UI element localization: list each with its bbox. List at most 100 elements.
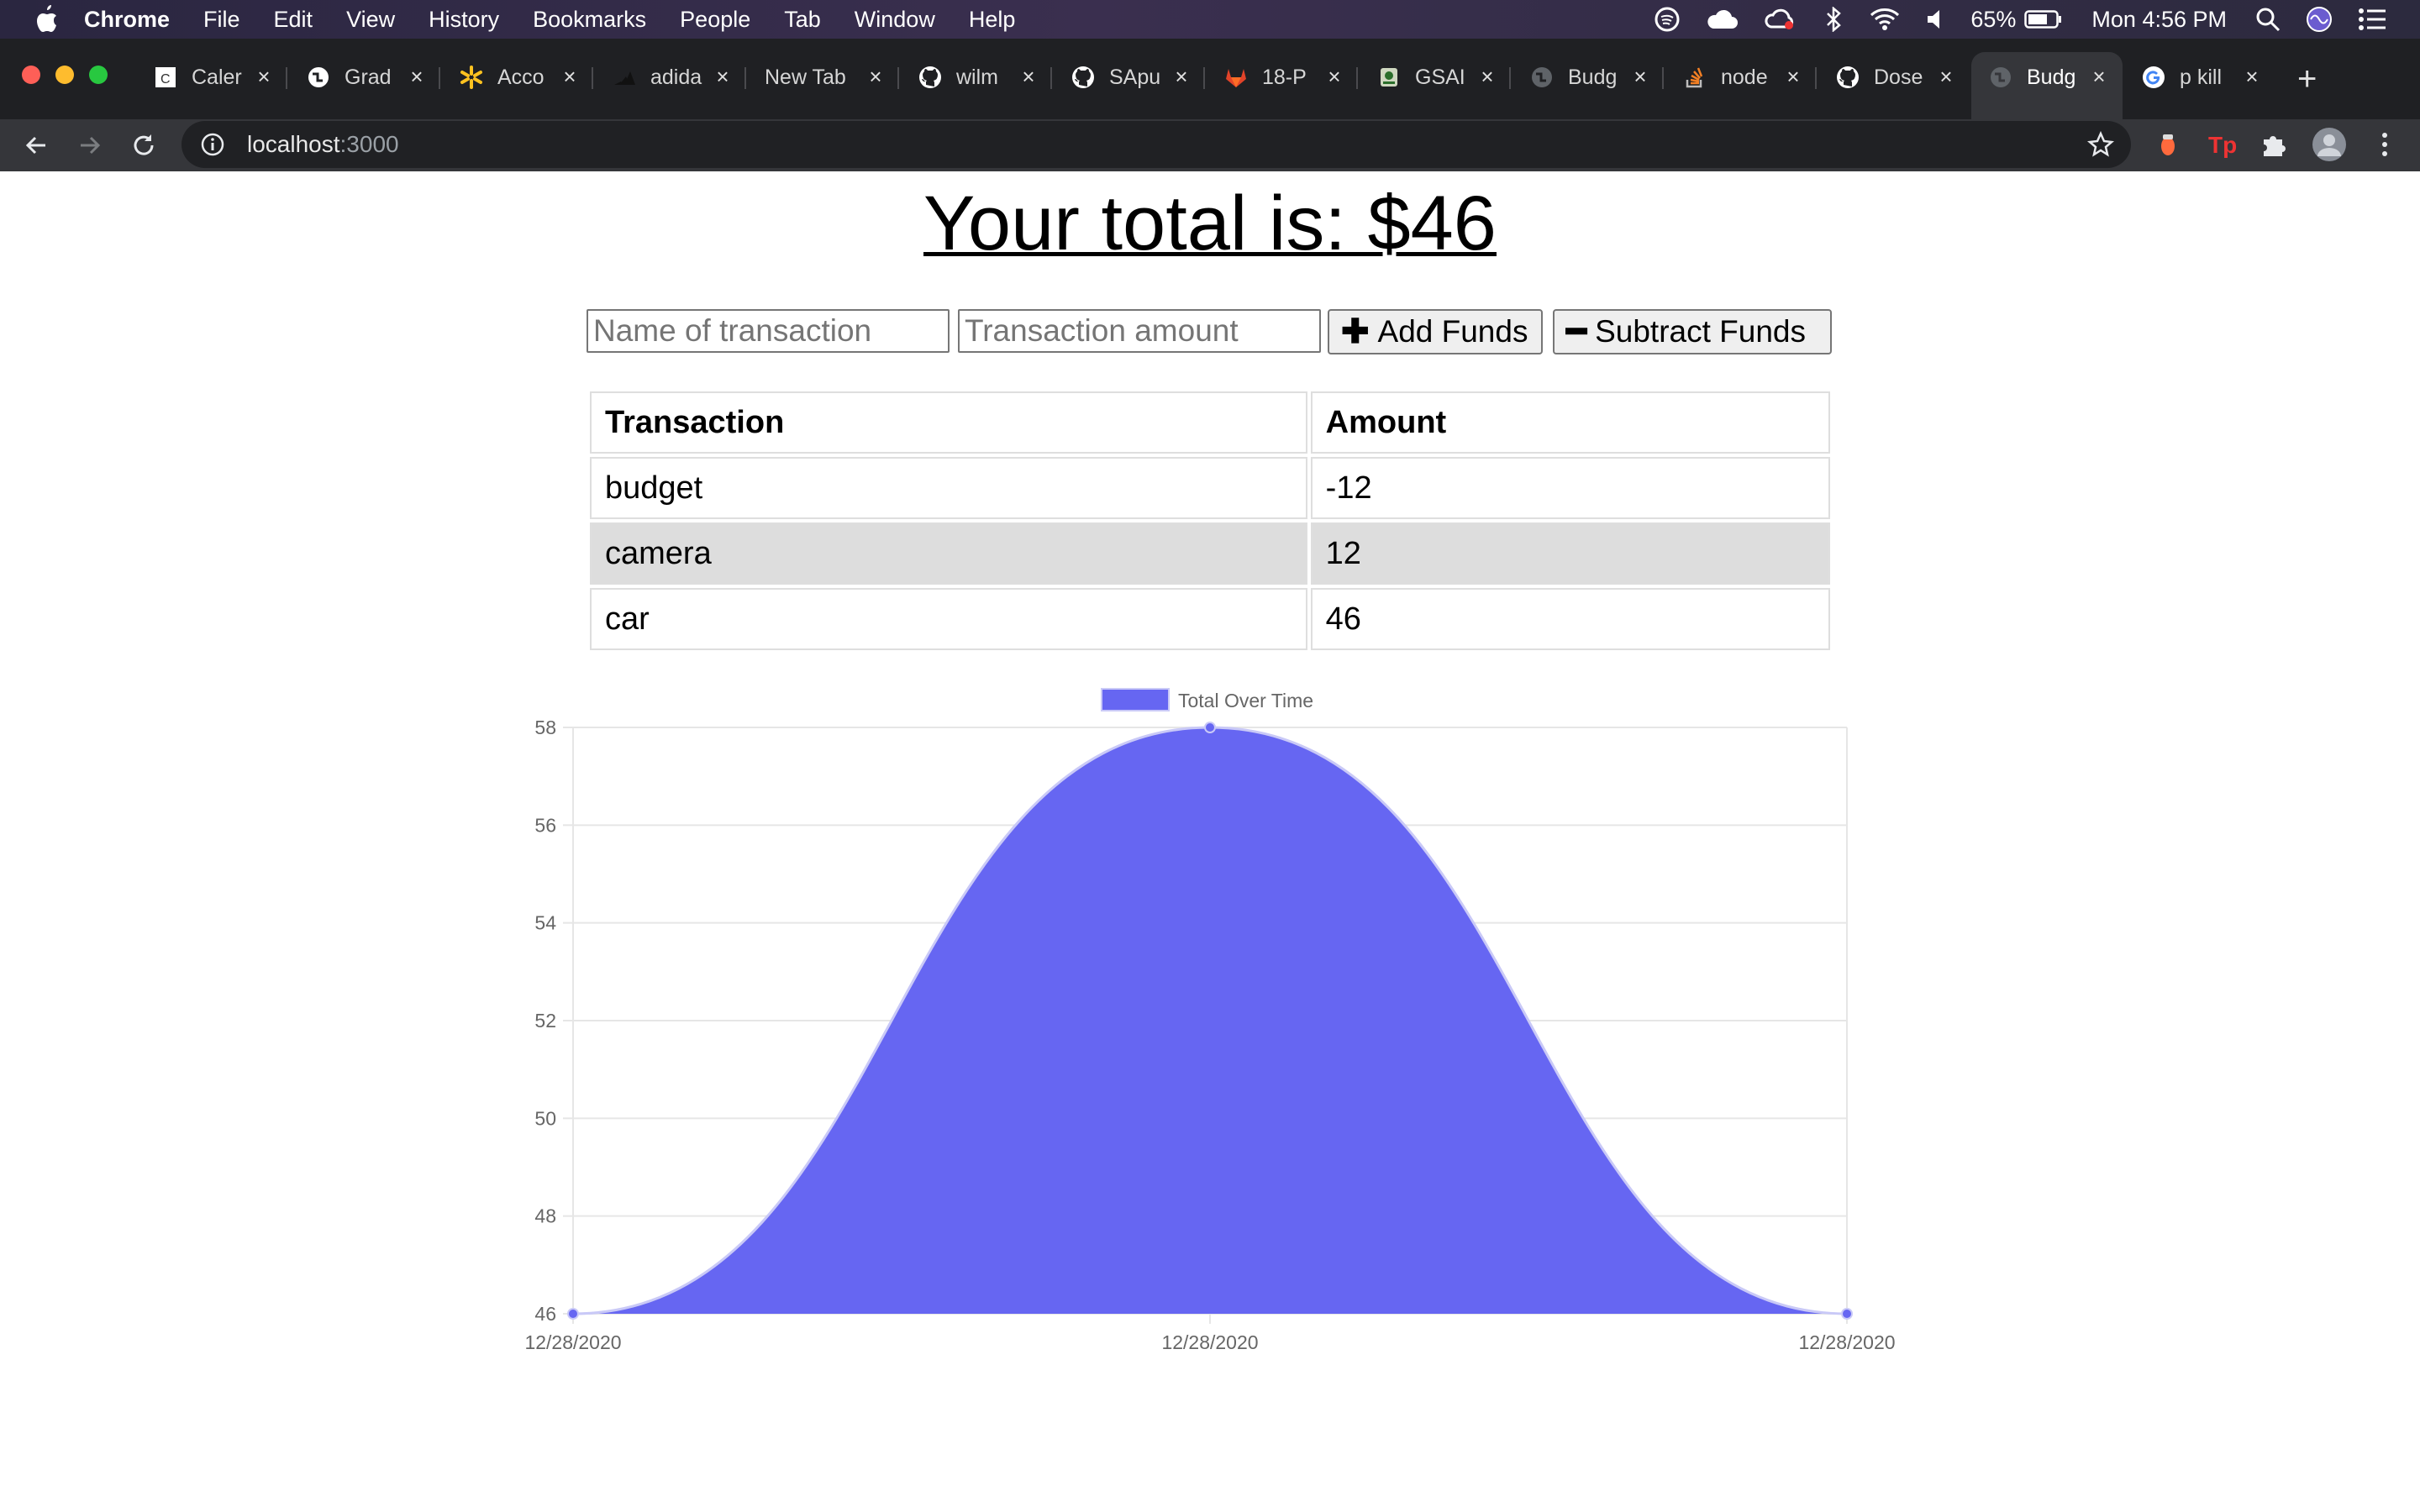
menu-file[interactable]: File bbox=[203, 7, 240, 33]
zoom-window-button[interactable] bbox=[89, 66, 108, 84]
menu-history[interactable]: History bbox=[429, 7, 499, 33]
bluetooth-icon[interactable] bbox=[1823, 7, 1844, 32]
svg-text:C: C bbox=[160, 72, 171, 87]
notification-center-icon[interactable] bbox=[2358, 8, 2386, 31]
apple-icon[interactable] bbox=[34, 5, 59, 34]
tab-title: wilm bbox=[956, 65, 998, 89]
browser-tab[interactable]: SApu × bbox=[1054, 52, 1205, 102]
transaction-name-input[interactable] bbox=[587, 309, 950, 353]
close-tab-icon[interactable]: × bbox=[558, 65, 581, 88]
browser-tab-active[interactable]: Budg × bbox=[1971, 52, 2123, 119]
close-tab-icon[interactable]: × bbox=[1781, 65, 1805, 88]
menu-bar-clock[interactable]: Mon 4:56 PM bbox=[2091, 7, 2227, 33]
volume-icon[interactable] bbox=[1925, 8, 1947, 31]
close-window-button[interactable] bbox=[22, 66, 40, 84]
forward-arrow-icon[interactable] bbox=[76, 131, 104, 160]
browser-tab[interactable]: Grad × bbox=[289, 52, 440, 102]
menu-bar-status-area: 65% Mon 4:56 PM bbox=[1629, 0, 2386, 39]
close-tab-icon[interactable]: × bbox=[252, 65, 276, 88]
gitlab-icon bbox=[1226, 69, 1246, 87]
browser-tab[interactable]: wilm × bbox=[901, 52, 1052, 102]
spotify-icon[interactable] bbox=[1655, 7, 1680, 32]
transactions-table: Transaction Amount budget -12 camera 12 … bbox=[587, 388, 1833, 654]
cloud-icon[interactable] bbox=[1705, 7, 1739, 32]
add-funds-button[interactable]: ✚ Add Funds bbox=[1328, 309, 1543, 354]
badge-icon bbox=[1381, 68, 1397, 87]
macos-menu-bar: Chrome File Edit View History Bookmarks … bbox=[0, 0, 2420, 39]
browser-tab[interactable]: node × bbox=[1665, 52, 1817, 102]
browser-tab[interactable]: p kill × bbox=[2124, 52, 2275, 102]
column-header-transaction: Transaction bbox=[590, 391, 1307, 454]
menu-app-name[interactable]: Chrome bbox=[84, 7, 170, 33]
tab-title: Grad bbox=[345, 65, 392, 89]
browser-tab[interactable]: GSAI × bbox=[1360, 52, 1511, 102]
svg-text:Tp: Tp bbox=[2208, 132, 2237, 158]
browser-tab[interactable]: New Tab × bbox=[748, 52, 899, 102]
tab-title: SApu bbox=[1109, 65, 1161, 89]
close-tab-icon[interactable]: × bbox=[1934, 65, 1958, 88]
menu-edit[interactable]: Edit bbox=[274, 7, 313, 33]
tab-title: p kill bbox=[2180, 65, 2223, 89]
close-tab-icon[interactable]: × bbox=[405, 65, 429, 88]
browser-tab[interactable]: Dose × bbox=[1818, 52, 1970, 102]
subtract-funds-button[interactable]: ━ Subtract Funds bbox=[1553, 309, 1832, 354]
address-bar[interactable]: localhost:3000 bbox=[182, 121, 2131, 168]
transaction-amount-cell: 12 bbox=[1310, 522, 1830, 585]
wifi-icon[interactable] bbox=[1870, 8, 1900, 31]
table-row: camera 12 bbox=[590, 522, 1830, 585]
extension-tp-icon[interactable]: Tp bbox=[2207, 129, 2237, 160]
legend-swatch bbox=[1101, 688, 1170, 711]
tab-title: New Tab bbox=[765, 65, 846, 89]
browser-tab[interactable]: Budg × bbox=[1512, 52, 1664, 102]
battery-icon[interactable] bbox=[2024, 8, 2063, 30]
close-tab-icon[interactable]: × bbox=[864, 65, 887, 88]
transaction-amount-cell: 46 bbox=[1310, 588, 1830, 650]
new-tab-button[interactable]: + bbox=[2297, 62, 2317, 96]
close-tab-icon[interactable]: × bbox=[711, 65, 734, 88]
siri-icon[interactable] bbox=[2306, 6, 2333, 33]
close-tab-icon[interactable]: × bbox=[2087, 65, 2111, 88]
tab-divider bbox=[1050, 67, 1052, 89]
close-tab-icon[interactable]: × bbox=[2240, 65, 2264, 88]
tab-divider bbox=[897, 67, 899, 89]
browser-tab[interactable]: adida × bbox=[595, 52, 746, 102]
plus-icon: ✚ bbox=[1341, 313, 1370, 350]
close-tab-icon[interactable]: × bbox=[1476, 65, 1499, 88]
x-tick-label: 12/28/2020 bbox=[524, 1331, 621, 1353]
menu-people[interactable]: People bbox=[680, 7, 750, 33]
browser-tab[interactable]: 18-P × bbox=[1207, 52, 1358, 102]
minimize-window-button[interactable] bbox=[55, 66, 74, 84]
menu-help[interactable]: Help bbox=[969, 7, 1016, 33]
close-tab-icon[interactable]: × bbox=[1017, 65, 1040, 88]
spotlight-search-icon[interactable] bbox=[2255, 7, 2281, 32]
github-icon bbox=[1837, 66, 1859, 88]
menu-window[interactable]: Window bbox=[855, 7, 935, 33]
menu-bookmarks[interactable]: Bookmarks bbox=[533, 7, 646, 33]
bookmark-star-icon[interactable] bbox=[2087, 131, 2114, 158]
browser-tab[interactable]: C Caler × bbox=[136, 52, 287, 102]
reload-icon[interactable] bbox=[129, 131, 158, 160]
tab-divider bbox=[286, 67, 287, 89]
legend-label: Total Over Time bbox=[1178, 690, 1313, 711]
close-tab-icon[interactable]: × bbox=[1170, 65, 1193, 88]
y-tick-label: 50 bbox=[534, 1107, 556, 1129]
y-tick-label: 54 bbox=[534, 912, 556, 934]
menu-tab[interactable]: Tab bbox=[784, 7, 821, 33]
tab-divider bbox=[592, 67, 593, 89]
total-over-time-chart: 46 48 50 52 54 56 58 12/28/2020 12/28/2020 12/28/… bbox=[524, 688, 1896, 1353]
github-icon bbox=[1072, 66, 1094, 88]
site-info-icon[interactable] bbox=[200, 132, 225, 157]
extension-honey-icon[interactable] bbox=[2153, 129, 2183, 160]
battery-percent: 65% bbox=[1970, 6, 2017, 32]
browser-tab[interactable]: Acco × bbox=[442, 52, 593, 102]
github-icon bbox=[919, 66, 941, 88]
back-arrow-icon[interactable] bbox=[22, 131, 50, 160]
menu-view[interactable]: View bbox=[346, 7, 395, 33]
close-tab-icon[interactable]: × bbox=[1628, 65, 1652, 88]
creative-cloud-icon[interactable] bbox=[1764, 7, 1797, 32]
chrome-menu-icon[interactable] bbox=[2370, 129, 2400, 160]
extensions-puzzle-icon[interactable] bbox=[2259, 129, 2289, 160]
close-tab-icon[interactable]: × bbox=[1323, 65, 1346, 88]
profile-avatar[interactable] bbox=[2311, 126, 2348, 163]
transaction-amount-input[interactable] bbox=[958, 309, 1321, 353]
